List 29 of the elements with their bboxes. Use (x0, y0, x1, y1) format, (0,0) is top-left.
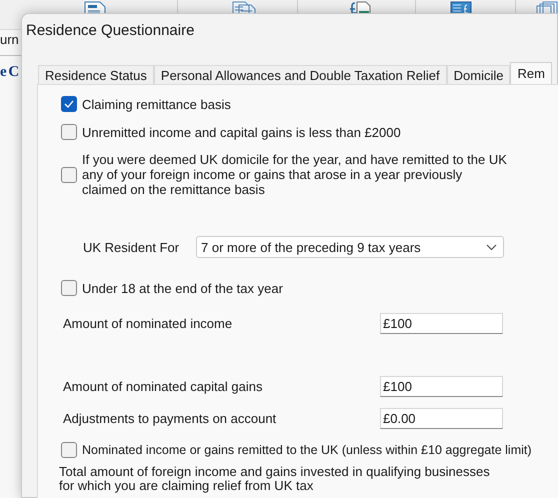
stack-icon[interactable] (536, 1, 558, 15)
tab[interactable]: Residence Status (38, 65, 154, 84)
menu-label[interactable]: urn (0, 32, 19, 48)
checkbox-label: Unremitted income and capital gains is less than £2000 (82, 124, 402, 140)
input-field[interactable]: £100 (380, 376, 503, 397)
dropdown[interactable]: 7 or more of the preceding 9 tax years (196, 236, 504, 258)
field-label: Amount of nominated income (63, 316, 234, 331)
checkbox-label: If you were deemed UK domicile for the year, and have remitted to the UK any of your foreign income or gains that arose in a year previously claimed on the remittance basis (82, 152, 507, 197)
tab[interactable]: Domicile (446, 65, 510, 84)
input-field[interactable]: £100 (380, 313, 503, 334)
tab[interactable]: Rem (510, 62, 552, 84)
checkbox-label: Under 18 at the end of the tax year (82, 280, 284, 296)
note-text: Total amount of foreign income and gains invested in qualifying businesses for which you are claiming relief from UK tax (59, 465, 491, 493)
check-icon (64, 100, 74, 108)
input-field[interactable]: £0.00 (380, 408, 503, 429)
chevron-down-icon (486, 244, 497, 250)
page-heading: e C (0, 63, 18, 82)
field-label: Adjustments to payments on account (63, 411, 278, 426)
checkbox[interactable] (61, 124, 77, 140)
checkbox-label: Nominated income or gains remitted to the UK (unless within £10 aggregate limit) (82, 442, 532, 458)
window-title: Residence Questionnaire (26, 21, 194, 41)
checkbox[interactable] (61, 96, 77, 112)
field-label: Amount of nominated capital gains (63, 379, 264, 394)
checkbox[interactable] (61, 166, 77, 182)
tab[interactable]: Personal Allowances and Double Taxation Relief (154, 65, 447, 84)
checkbox[interactable] (61, 280, 77, 296)
checkbox[interactable] (61, 442, 77, 458)
field-label: UK Resident For (83, 240, 180, 254)
checkbox-label: Claiming remittance basis (82, 96, 232, 112)
